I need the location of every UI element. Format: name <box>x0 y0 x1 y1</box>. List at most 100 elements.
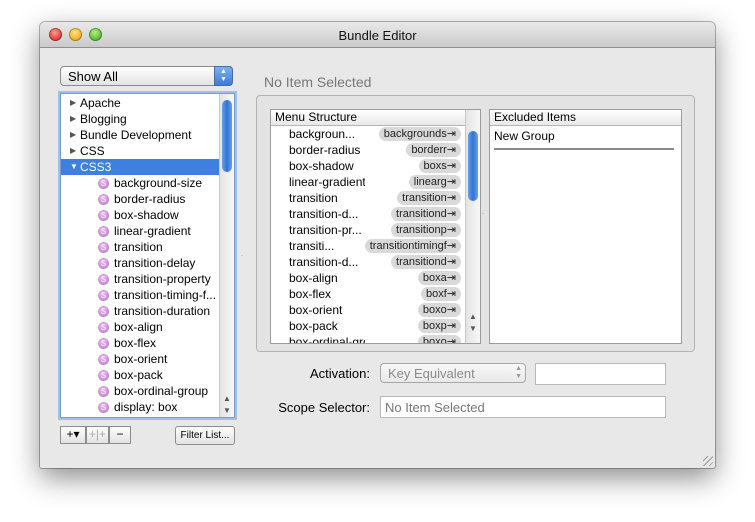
snippet-label: box-orient <box>114 352 168 366</box>
tree-group-row[interactable]: ▼ CSS3 <box>61 159 219 175</box>
activation-label: Activation: <box>310 366 370 381</box>
snippet-label: transition-timing-f... <box>114 288 217 302</box>
menu-item-name: transition-pr... <box>289 223 362 237</box>
tree-snippet-row[interactable]: Stransition <box>61 239 219 255</box>
snippet-icon: S <box>98 226 109 237</box>
tree-snippet-row[interactable]: Sbox-orient <box>61 351 219 367</box>
snippet-label: box-pack <box>114 368 163 382</box>
menu-scroll-arrows-icon[interactable]: ▲ ▼ <box>466 311 480 335</box>
menu-structure-header[interactable]: Menu Structure <box>271 110 480 126</box>
bundle-editor-window: Bundle Editor Show All ▲ ▼ ▶ Apache ▶ Bloggi… <box>40 22 715 468</box>
excluded-items-list[interactable]: Excluded Items New Group <box>489 109 682 344</box>
bundle-tree[interactable]: ▶ Apache ▶ Blogging ▶ Bundle Development ▶ CSS ▼… <box>60 93 235 418</box>
menu-row[interactable]: box-align boxa⇥ <box>271 270 464 286</box>
snippet-label: transition-duration <box>114 304 211 318</box>
show-all-popup[interactable]: Show All ▲ ▼ <box>60 66 233 86</box>
menu-item-name: box-align <box>289 271 338 285</box>
menu-item-name: linear-gradient <box>289 175 365 189</box>
scope-selector-field[interactable]: No Item Selected <box>380 396 666 418</box>
tree-snippet-row[interactable]: Sbox-ordinal-group <box>61 383 219 399</box>
menu-item-name: box-pack <box>289 319 338 333</box>
add-group-button[interactable]: +|+ <box>86 426 109 444</box>
tree-group-row[interactable]: ▶ Bundle Development <box>61 127 219 143</box>
menu-row[interactable]: transition transition⇥ <box>271 190 464 206</box>
key-equivalent-field[interactable] <box>535 363 666 385</box>
tree-snippet-row[interactable]: Sbox-align <box>61 319 219 335</box>
tree-scrollbar[interactable]: ▲ ▼ <box>219 94 234 417</box>
split-view-handle-icon[interactable]: ˙ <box>241 254 244 264</box>
separator-line[interactable] <box>494 148 674 150</box>
menu-row[interactable]: box-ordinal-group boxo⇥ <box>271 334 464 344</box>
tree-snippet-row[interactable]: Sbox-shadow <box>61 207 219 223</box>
filter-list-button[interactable]: Filter List... <box>175 426 235 445</box>
tree-snippet-row[interactable]: Stransition-property <box>61 271 219 287</box>
excluded-item[interactable]: New Group <box>494 129 555 143</box>
menu-scroll-thumb[interactable] <box>468 131 478 201</box>
menu-scrollbar[interactable]: ▲ ▼ <box>465 110 480 343</box>
menu-item-name: transition-d... <box>289 255 359 269</box>
activation-popup[interactable]: Key Equivalent ▲ ▼ <box>380 363 526 383</box>
popup-arrows-icon: ▲ ▼ <box>515 365 522 380</box>
add-item-button[interactable]: +▾ <box>60 426 86 444</box>
tab-trigger-badge: boxs⇥ <box>418 159 461 173</box>
snippet-label: border-radius <box>114 192 186 206</box>
tree-snippet-row[interactable]: Sborder-radius <box>61 191 219 207</box>
tree-snippet-row[interactable]: Stransition-timing-f... <box>61 287 219 303</box>
tree-snippet-row[interactable]: Sdisplay: box <box>61 399 219 415</box>
snippet-label: box-align <box>114 320 163 334</box>
tree-snippet-row[interactable]: Stransition-duration <box>61 303 219 319</box>
tree-snippet-row[interactable]: Stransition-delay <box>61 255 219 271</box>
disclosure-closed-icon[interactable]: ▶ <box>70 143 76 159</box>
tab-trigger-badge: backgrounds⇥ <box>378 127 461 141</box>
snippet-label: background-size <box>114 176 203 190</box>
menu-row[interactable]: linear-gradient linearg⇥ <box>271 174 464 190</box>
tree-group-label: Blogging <box>80 112 127 126</box>
tree-group-row[interactable]: ▶ Blogging <box>61 111 219 127</box>
menu-item-name: border-radius <box>289 143 361 157</box>
snippet-label: transition-property <box>114 272 211 286</box>
tree-snippet-row[interactable]: Sbox-flex <box>61 335 219 351</box>
menu-structure-list[interactable]: Menu Structure backgroun... backgrounds⇥ b… <box>270 109 481 344</box>
menu-row[interactable]: backgroun... backgrounds⇥ <box>271 126 464 142</box>
tree-group-row[interactable]: ▶ CSS <box>61 143 219 159</box>
tab-trigger-badge: boxa⇥ <box>417 271 461 285</box>
menu-row[interactable]: transition-d... transitiond⇥ <box>271 206 464 222</box>
title-bar[interactable]: Bundle Editor <box>40 22 715 48</box>
snippet-label: box-flex <box>114 336 157 350</box>
tree-snippet-row[interactable]: Slinear-gradient <box>61 223 219 239</box>
menu-row[interactable]: transiti... transitiontimingf⇥ <box>271 238 464 254</box>
menu-row[interactable]: box-orient boxo⇥ <box>271 302 464 318</box>
menu-row[interactable]: box-flex boxf⇥ <box>271 286 464 302</box>
disclosure-closed-icon[interactable]: ▶ <box>70 111 76 127</box>
tree-group-row[interactable]: ▶ Apache <box>61 95 219 111</box>
menu-row[interactable]: border-radius borderr⇥ <box>271 142 464 158</box>
tree-snippet-row[interactable]: Sbox-pack <box>61 367 219 383</box>
snippet-icon: S <box>98 210 109 221</box>
menu-item-name: backgroun... <box>289 127 356 141</box>
snippet-icon: S <box>98 274 109 285</box>
disclosure-closed-icon[interactable]: ▶ <box>70 127 76 143</box>
disclosure-closed-icon[interactable]: ▶ <box>70 95 76 111</box>
tree-scroll-thumb[interactable] <box>222 100 232 172</box>
tab-trigger-badge: transitiond⇥ <box>391 255 461 269</box>
menu-item-name: box-ordinal-group <box>289 335 365 344</box>
disclosure-open-icon[interactable]: ▼ <box>70 159 78 175</box>
snippet-icon: S <box>98 306 109 317</box>
tab-trigger-badge: transition⇥ <box>397 191 461 205</box>
snippet-icon: S <box>98 258 109 269</box>
menu-row[interactable]: transition-pr... transitionp⇥ <box>271 222 464 238</box>
resize-grip-icon[interactable] <box>703 456 713 466</box>
tab-trigger-badge: transitionp⇥ <box>391 223 461 237</box>
tree-snippet-row[interactable]: Sbackground-size <box>61 175 219 191</box>
menu-row[interactable]: box-pack boxp⇥ <box>271 318 464 334</box>
tree-scroll-arrows-icon[interactable]: ▲ ▼ <box>220 393 234 417</box>
remove-item-button[interactable]: − <box>109 426 131 444</box>
tab-trigger-badge: boxp⇥ <box>417 319 461 333</box>
menu-row[interactable]: transition-d... transitiond⇥ <box>271 254 464 270</box>
tree-group-label: CSS <box>80 144 105 158</box>
list-split-handle-icon[interactable]: ˙ <box>482 212 485 222</box>
snippet-icon: S <box>98 386 109 397</box>
excluded-items-header[interactable]: Excluded Items <box>490 110 681 126</box>
menu-row[interactable]: box-shadow boxs⇥ <box>271 158 464 174</box>
tab-trigger-badge: boxo⇥ <box>417 335 461 343</box>
